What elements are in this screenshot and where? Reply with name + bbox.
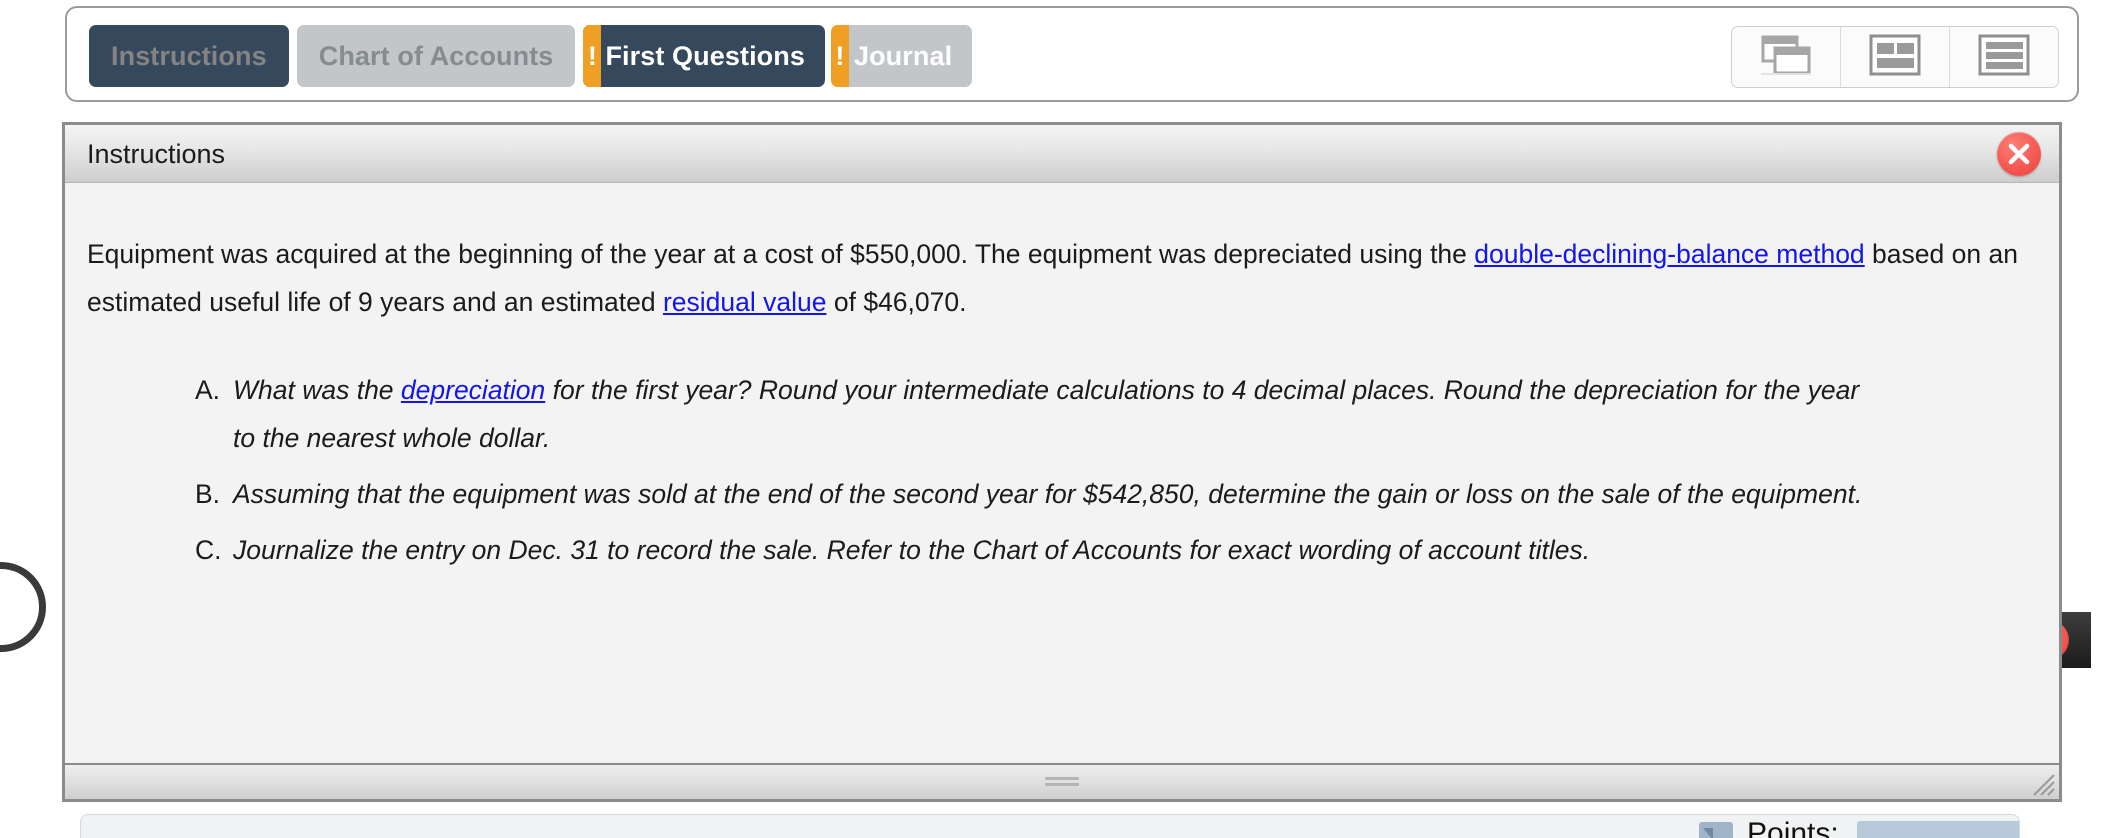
tab-strip: Instructions Chart of Accounts ! First Q… [89, 25, 973, 87]
close-icon[interactable] [1997, 132, 2041, 176]
list-item-text-pre: Assuming that the equipment was sold at … [233, 479, 1863, 509]
tab-journal-label: Journal [853, 40, 953, 71]
resize-corner-handle[interactable] [2030, 771, 2056, 797]
instructions-window: Instructions Equipment was acquired at t… [62, 122, 2062, 802]
paragraph-text-part1: Equipment was acquired at the beginning … [87, 239, 1475, 269]
tab-first-questions-label: First Questions [605, 40, 805, 71]
list-item-text-pre: What was the [233, 375, 401, 405]
instructions-paragraph: Equipment was acquired at the beginning … [65, 184, 2059, 326]
list-item: C. Journalize the entry on Dec. 31 to rec… [65, 526, 1873, 574]
tab-instructions[interactable]: Instructions [89, 25, 289, 87]
tab-chart-of-accounts[interactable]: Chart of Accounts [296, 25, 576, 87]
alert-exclamation-icon: ! [830, 25, 849, 87]
question-list: A. What was the depreciation for the firs… [65, 366, 2059, 574]
cascade-windows-button[interactable] [1732, 27, 1841, 87]
list-item-marker: A. [195, 375, 221, 405]
list-item: A. What was the depreciation for the firs… [65, 366, 1873, 462]
cascade-windows-icon [1757, 33, 1815, 82]
tab-chart-of-accounts-label: Chart of Accounts [318, 40, 554, 71]
list-item-marker: B. [195, 479, 221, 509]
points-progress-bar [1856, 821, 2019, 838]
window-footer [65, 763, 2059, 799]
points-icon [1699, 822, 1733, 838]
link-double-declining-balance-method[interactable]: double-declining-balance method [1474, 239, 1864, 269]
tab-journal[interactable]: ! Journal [830, 25, 973, 87]
list-item-text-pre: Journalize the entry on Dec. 31 to recor… [233, 535, 1591, 565]
tiled-layout-icon [1869, 34, 1921, 81]
stacked-layout-icon [1978, 34, 2030, 81]
link-residual-value[interactable]: residual value [663, 287, 827, 317]
layout-button-group [1731, 26, 2059, 88]
stacked-layout-button[interactable] [1950, 27, 2058, 87]
list-item-marker: C. [195, 535, 222, 565]
window-body: Equipment was acquired at the beginning … [65, 184, 2059, 765]
list-item: B. Assuming that the equipment was sold a… [65, 470, 1873, 518]
decorative-circle-outline [0, 562, 46, 652]
link-depreciation[interactable]: depreciation [401, 375, 545, 405]
tab-first-questions[interactable]: ! First Questions [583, 25, 825, 87]
grip-line [1045, 777, 1079, 780]
points-label: Points: [1747, 817, 1839, 838]
points-bar: Points: 0 / 1 [80, 814, 2020, 838]
tab-instructions-label: Instructions [111, 40, 267, 71]
paragraph-text-part3: of $46,070. [826, 287, 967, 317]
window-titlebar[interactable]: Instructions [65, 125, 2059, 183]
tiled-layout-button[interactable] [1841, 27, 1950, 87]
window-title: Instructions [87, 139, 226, 169]
vertical-resize-grip-handle[interactable] [1045, 777, 1079, 789]
grip-line [1045, 783, 1079, 786]
screen: Instructions Chart of Accounts ! First Q… [0, 0, 2116, 838]
top-toolbar: Instructions Chart of Accounts ! First Q… [65, 6, 2079, 102]
alert-exclamation-icon: ! [583, 25, 602, 87]
